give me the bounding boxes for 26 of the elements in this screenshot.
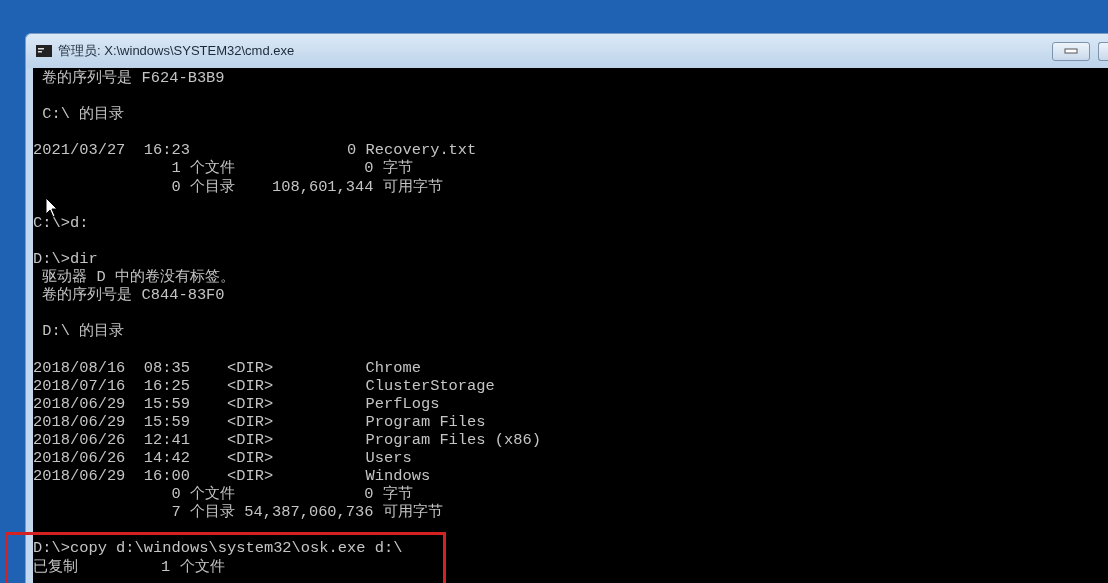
console-line: D:\>dir	[33, 249, 99, 269]
console-line: 7 个目录 54,387,060,736 可用字节	[170, 503, 444, 522]
console-line: 2018/06/29 16:00 <DIR> Windows	[33, 467, 432, 486]
console-line: 2018/07/16 16:25 <DIR> ClusterStorage	[33, 376, 496, 395]
console-line: 卷的序列号是 F624-B3B9	[41, 69, 226, 88]
console-line: 2018/06/29 15:59 <DIR> Program Files	[33, 412, 487, 431]
console-line: D:\ 的目录	[41, 322, 126, 341]
console-line: 2021/03/27 16:23 0 Recovery.txt	[33, 141, 478, 160]
console-line: 0 个目录 108,601,344 可用字节	[170, 177, 444, 196]
window-title: 管理员: X:\windows\SYSTEM32\cmd.exe	[58, 42, 295, 61]
console-line: 已复制 1 个文件	[33, 557, 226, 576]
console-line: D:\>copy d:\windows\system32\osk.exe d:\	[33, 539, 404, 558]
console-line: 2018/06/26 14:42 <DIR> Users	[33, 448, 413, 468]
console-line: 驱动器 D 中的卷没有标签。	[41, 268, 236, 287]
console-line: 卷的序列号是 C844-83F0	[41, 286, 226, 305]
console-line: 1 个文件 0 字节	[170, 159, 413, 178]
minimize-button[interactable]	[1052, 41, 1090, 61]
console-line: 0 个文件 0 字节	[170, 485, 413, 504]
minimize-icon	[1064, 48, 1078, 54]
console-line: 2018/06/29 15:59 <DIR> PerfLogs	[33, 394, 441, 413]
console-line: 2018/06/26 12:41 <DIR> Program Files (x86)	[33, 430, 542, 449]
console-line: 2018/08/16 08:35 <DIR> Chrome	[33, 358, 422, 377]
console-line: C:\ 的目录	[41, 105, 126, 124]
console-line: C:\>d:	[33, 213, 90, 232]
maximize-button[interactable]	[1098, 41, 1108, 61]
console-app-icon	[36, 45, 52, 57]
